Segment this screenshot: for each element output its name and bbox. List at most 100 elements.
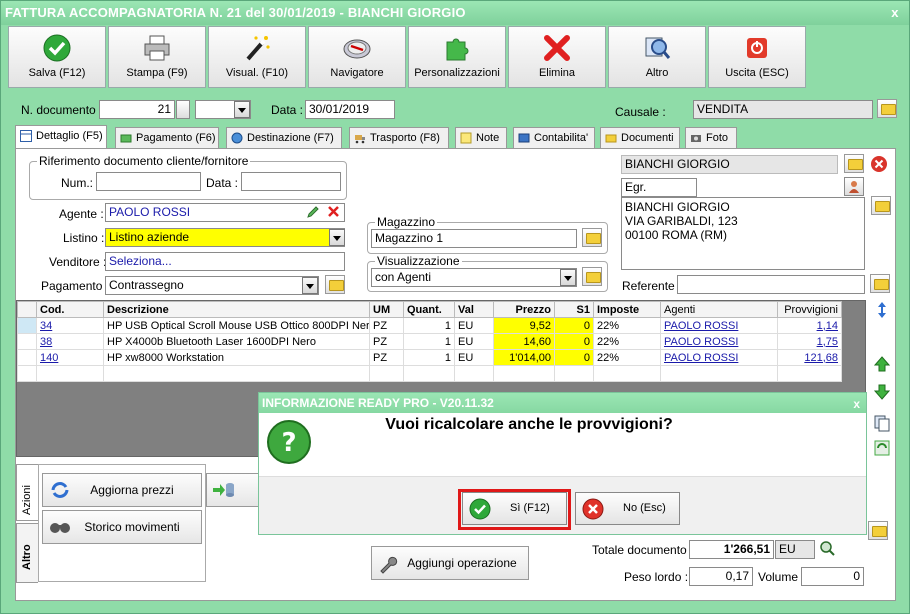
tab-note[interactable]: Note <box>455 127 507 149</box>
venditore-field[interactable]: Seleziona... <box>105 252 345 271</box>
cell-cod[interactable]: 140 <box>36 349 104 366</box>
yes-button[interactable]: Sì (F12) <box>462 492 567 525</box>
cell-empty[interactable] <box>103 365 370 382</box>
cell-s1[interactable]: 0 <box>554 317 594 334</box>
cell-val[interactable]: EU <box>454 349 494 366</box>
causale-folder-icon[interactable] <box>877 99 897 118</box>
listino-select[interactable]: Listino aziende <box>105 228 345 247</box>
referente-folder-icon[interactable] <box>870 274 890 293</box>
data-field[interactable]: 30/01/2019 <box>305 100 395 119</box>
cell-prezzo[interactable]: 9,52 <box>493 317 555 334</box>
cell-quant[interactable]: 1 <box>403 333 455 350</box>
row-indicator[interactable] <box>17 333 37 350</box>
tab-destinazione[interactable]: Destinazione (F7) <box>226 127 342 149</box>
dialog-close-button[interactable]: x <box>853 394 860 414</box>
cell-quant[interactable]: 1 <box>403 349 455 366</box>
address-folder-icon[interactable] <box>871 196 891 215</box>
cell-cod[interactable]: 38 <box>36 333 104 350</box>
table-row[interactable]: 34 HP USB Optical Scroll Mouse USB Ottic… <box>17 317 842 334</box>
tab-documenti[interactable]: Documenti <box>600 127 680 149</box>
altro-button[interactable]: Altro <box>608 26 706 88</box>
cell-imposte[interactable]: 22% <box>593 317 661 334</box>
table-row[interactable]: 38 HP X4000b Bluetooth Laser 1600DPI Ner… <box>17 333 842 350</box>
pagamento-folder-icon[interactable] <box>325 275 345 294</box>
col-quant[interactable]: Quant. <box>403 301 455 318</box>
aggiorna-prezzi-button[interactable]: Aggiorna prezzi <box>42 473 202 507</box>
pencil-icon[interactable] <box>306 205 320 219</box>
cell-agenti[interactable]: PAOLO ROSSI <box>660 317 778 334</box>
table-row[interactable]: 140 HP xw8000 Workstation PZ 1 EU 1'014,… <box>17 349 842 366</box>
cell-imposte[interactable]: 22% <box>593 333 661 350</box>
col-cod[interactable]: Cod. <box>36 301 104 318</box>
cell-descrizione[interactable]: HP xw8000 Workstation <box>103 349 370 366</box>
cell-agenti[interactable]: PAOLO ROSSI <box>660 349 778 366</box>
visualizzazione-dropdown-button[interactable] <box>560 269 576 286</box>
col-prezzo[interactable]: Prezzo <box>493 301 555 318</box>
n-documento-field[interactable]: 21 <box>99 100 175 119</box>
storico-movimenti-button[interactable]: Storico movimenti <box>42 510 202 544</box>
num-field[interactable] <box>96 172 201 191</box>
col-agenti[interactable]: Agenti <box>660 301 778 318</box>
cell-um[interactable]: PZ <box>369 317 404 334</box>
cliente-name-field[interactable]: BIANCHI GIORGIO <box>621 155 838 174</box>
cliente-folder-icon[interactable] <box>844 154 864 173</box>
cell-quant[interactable]: 1 <box>403 317 455 334</box>
cell-val[interactable]: EU <box>454 333 494 350</box>
zoom-icon[interactable] <box>819 540 835 556</box>
side-tab-azioni[interactable]: Azioni <box>16 464 38 521</box>
cell-empty[interactable] <box>369 365 404 382</box>
cell-s1[interactable]: 0 <box>554 333 594 350</box>
cliente-person-button[interactable] <box>844 177 864 196</box>
move-up-icon[interactable] <box>873 355 891 373</box>
col-um[interactable]: UM <box>369 301 404 318</box>
cell-imposte[interactable]: 22% <box>593 349 661 366</box>
cell-empty[interactable] <box>593 365 661 382</box>
cell-empty[interactable] <box>493 365 555 382</box>
peso-field[interactable]: 0,17 <box>689 567 753 586</box>
navigatore-button[interactable]: Navigatore <box>308 26 406 88</box>
cell-empty[interactable] <box>454 365 494 382</box>
cell-s1[interactable]: 0 <box>554 349 594 366</box>
cell-prezzo[interactable]: 1'014,00 <box>493 349 555 366</box>
move-down-icon[interactable] <box>873 383 891 401</box>
elimina-button[interactable]: Elimina <box>508 26 606 88</box>
cell-empty[interactable] <box>660 365 778 382</box>
side-tab-altro[interactable]: Altro <box>16 523 38 583</box>
tab-dettaglio[interactable]: Dettaglio (F5) <box>15 125 107 149</box>
magazzino-field[interactable]: Magazzino 1 <box>371 229 577 248</box>
row-indicator[interactable] <box>17 365 37 382</box>
cell-empty[interactable] <box>554 365 594 382</box>
cell-agenti[interactable]: PAOLO ROSSI <box>660 333 778 350</box>
cell-cod[interactable]: 34 <box>36 317 104 334</box>
tab-contabilita[interactable]: Contabilita' <box>513 127 595 149</box>
row-indicator[interactable] <box>17 317 37 334</box>
serie-dropdown-button[interactable] <box>234 101 250 118</box>
col-descrizione[interactable]: Descrizione <box>103 301 370 318</box>
col-s1[interactable]: S1 <box>554 301 594 318</box>
cell-prezzo[interactable]: 14,60 <box>493 333 555 350</box>
database-button[interactable] <box>206 473 261 507</box>
sort-updown-icon[interactable] <box>873 301 891 319</box>
cell-descrizione[interactable]: HP USB Optical Scroll Mouse USB Ottico 8… <box>103 317 370 334</box>
refresh-row-icon[interactable] <box>873 439 891 457</box>
pagamento-dropdown-button[interactable] <box>302 277 318 294</box>
col-val[interactable]: Val <box>454 301 494 318</box>
volume-field[interactable]: 0 <box>801 567 864 586</box>
cliente-prefix-field[interactable]: Egr. <box>621 178 697 197</box>
cell-um[interactable]: PZ <box>369 349 404 366</box>
aggiungi-operazione-button[interactable]: Aggiungi operazione <box>371 546 529 580</box>
causale-field[interactable]: VENDITA <box>693 100 873 119</box>
totals-folder-icon[interactable] <box>868 521 888 540</box>
window-close-button[interactable]: x <box>887 5 903 21</box>
pagamento-select[interactable]: Contrassegno <box>105 276 319 295</box>
cell-descrizione[interactable]: HP X4000b Bluetooth Laser 1600DPI Nero <box>103 333 370 350</box>
visual-button[interactable]: Visual. (F10) <box>208 26 306 88</box>
cliente-remove-icon[interactable] <box>870 155 888 173</box>
cell-um[interactable]: PZ <box>369 333 404 350</box>
col-provvigioni[interactable]: Provvigioni <box>777 301 842 318</box>
uscita-button[interactable]: Uscita (ESC) <box>708 26 806 88</box>
tab-foto[interactable]: Foto <box>685 127 737 149</box>
clear-x-icon[interactable] <box>327 205 340 218</box>
magazzino-folder-icon[interactable] <box>582 228 602 247</box>
cell-provvigioni[interactable]: 121,68 <box>777 349 842 366</box>
